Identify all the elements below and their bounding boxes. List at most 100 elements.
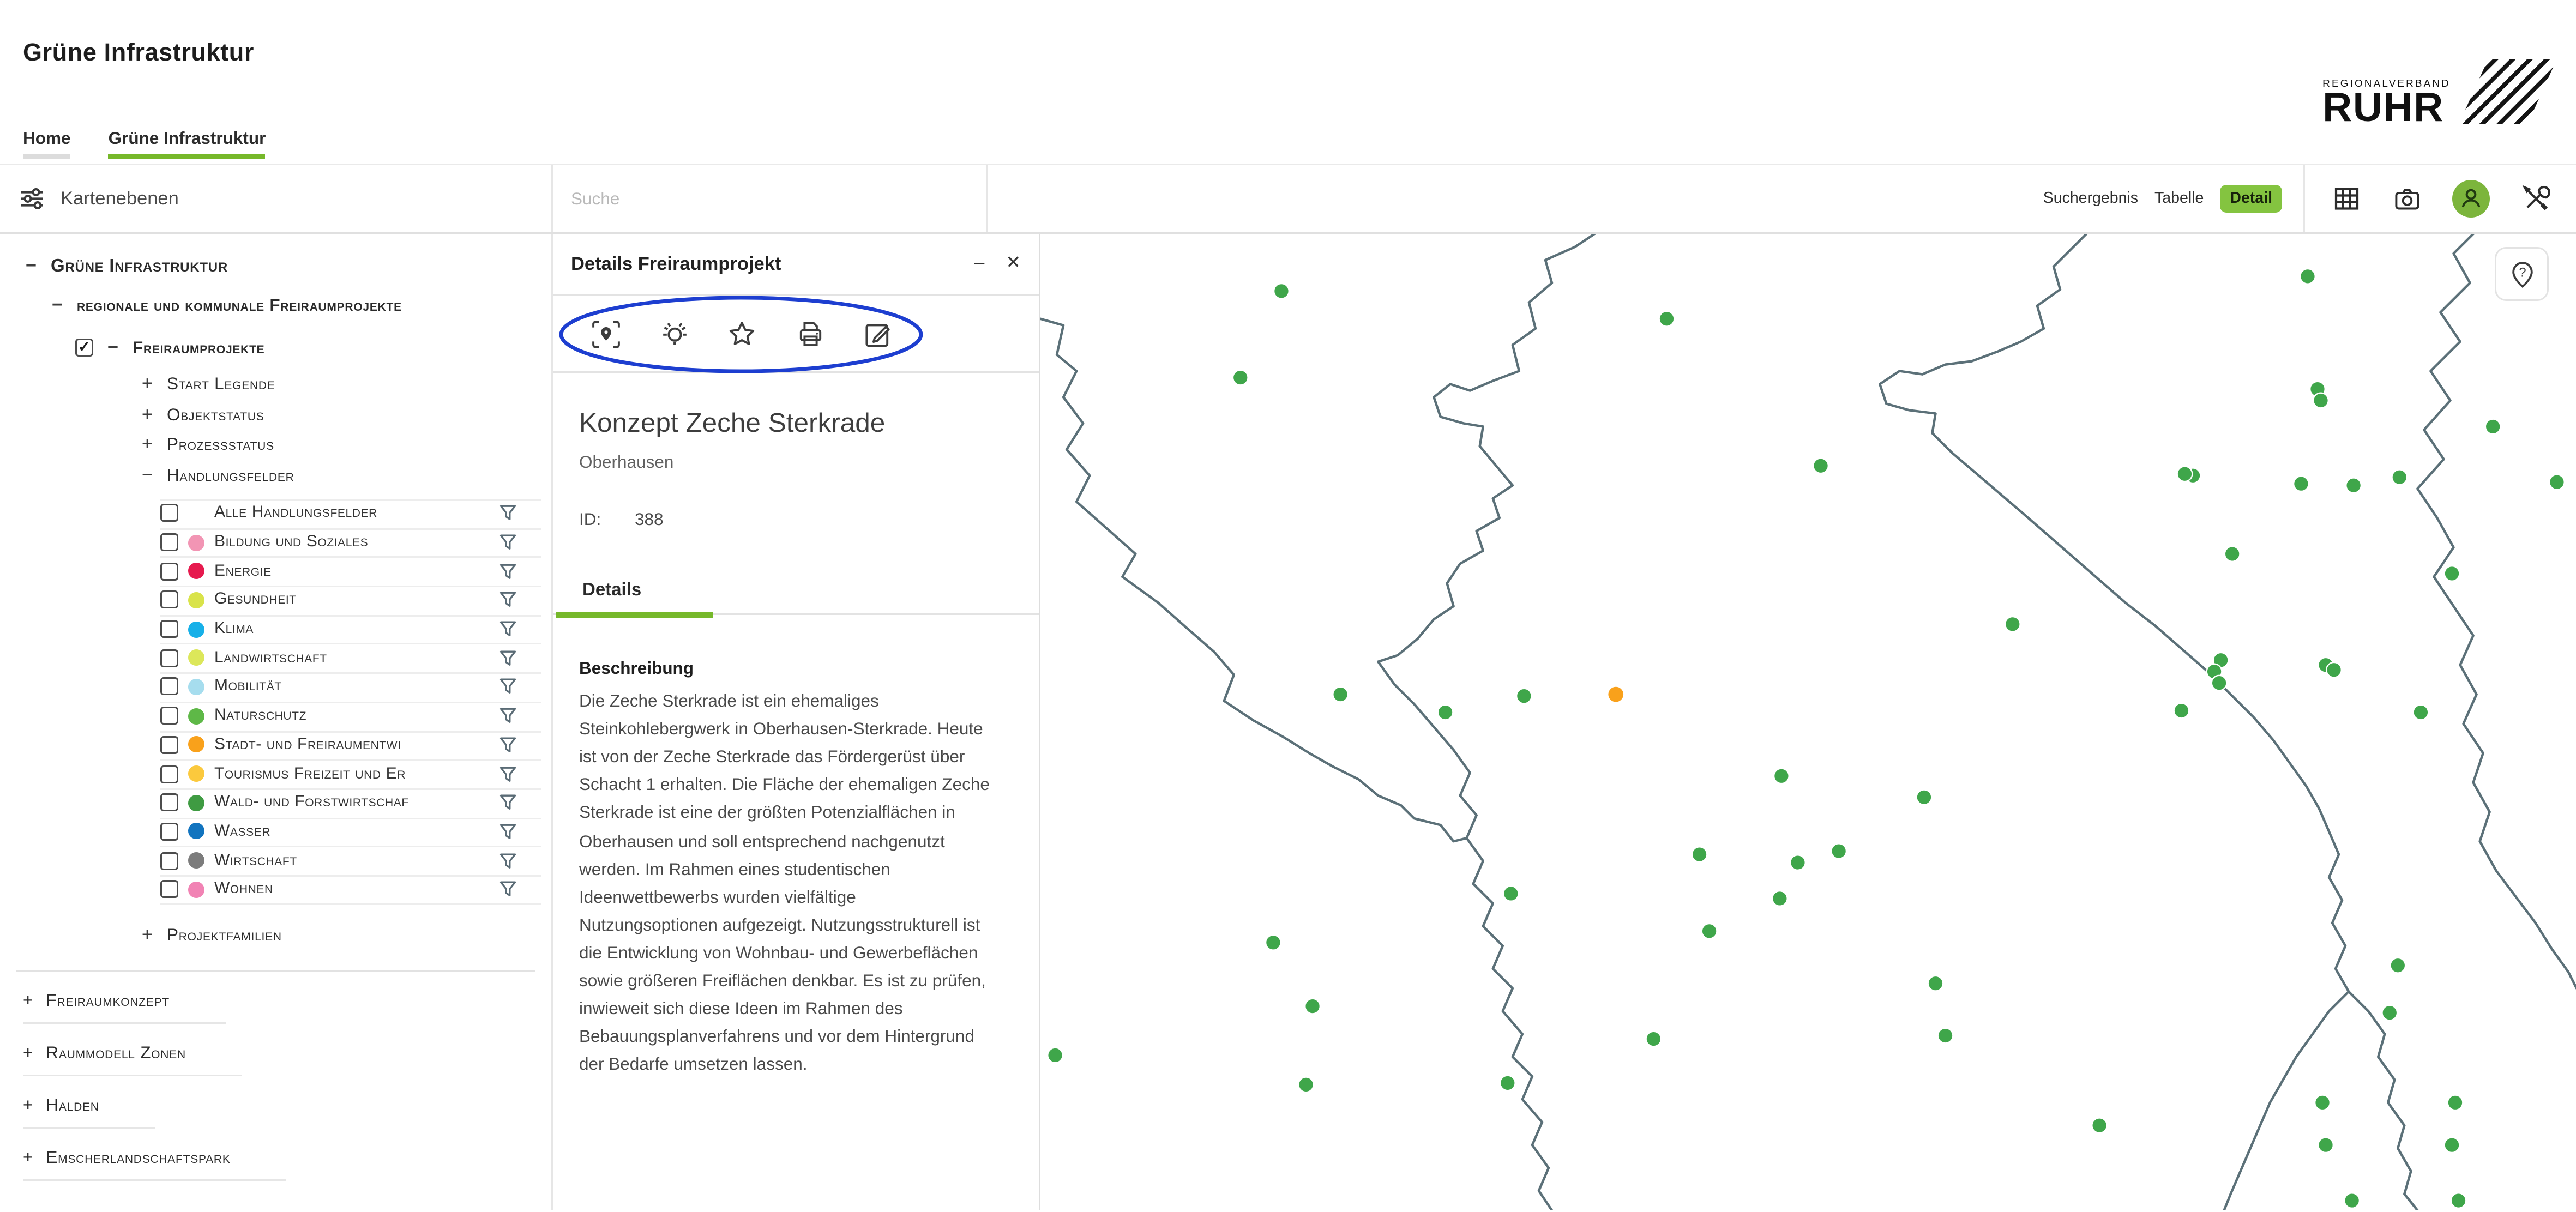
project-dot[interactable] (1938, 1028, 1953, 1044)
project-dot[interactable] (1298, 1077, 1314, 1093)
layer-item-naturschutz[interactable]: Naturschutz (0, 701, 551, 730)
layer-checkbox-checked[interactable]: ✓ (75, 339, 93, 357)
project-dot[interactable] (1500, 1076, 1515, 1091)
project-dot[interactable] (2225, 546, 2240, 562)
edit-icon[interactable] (860, 317, 895, 351)
layer-item-klima[interactable]: Klima (0, 614, 551, 643)
filter-icon[interactable] (499, 823, 517, 841)
project-dot[interactable] (2313, 393, 2328, 408)
tree-node-prozessstatus[interactable]: +Prozessstatus (0, 430, 551, 461)
view-toggle-suchergebnis[interactable]: Suchergebnis (2043, 190, 2138, 208)
project-dot[interactable] (1917, 789, 1932, 805)
project-dot[interactable] (2382, 1005, 2397, 1021)
tree-node-emscherlandschaftspark[interactable]: +Emscherlandschaftspark (23, 1129, 286, 1181)
view-toggle-tabelle[interactable]: Tabelle (2154, 190, 2204, 208)
filter-icon[interactable] (499, 707, 517, 725)
project-dot[interactable] (2300, 269, 2315, 284)
tree-node-handlungsfelder[interactable]: −Handlungsfelder (0, 461, 551, 491)
camera-icon[interactable] (2392, 183, 2423, 214)
tree-node-freiraumprojekte[interactable]: ✓ − Freiraumprojekte (0, 325, 551, 370)
tab-details[interactable]: Details (579, 581, 641, 600)
collapse-toggle[interactable]: − (23, 256, 39, 276)
layer-checkbox[interactable] (160, 823, 178, 841)
project-dot[interactable] (1790, 855, 1805, 870)
expand-toggle[interactable]: + (23, 1044, 33, 1063)
collapse-toggle[interactable]: − (105, 338, 121, 358)
filter-icon[interactable] (499, 852, 517, 870)
layer-checkbox[interactable] (160, 620, 178, 638)
project-dot[interactable] (1928, 976, 1943, 991)
layer-item-tourismus-freizeit-und-er[interactable]: Tourismus Freizeit und Er (0, 759, 551, 788)
project-dot[interactable] (1692, 847, 1707, 862)
project-dot[interactable] (2390, 958, 2405, 973)
expand-toggle[interactable]: − (139, 466, 155, 485)
layer-checkbox[interactable] (160, 504, 178, 522)
layer-item-stadt-und-freiraumentwi[interactable]: Stadt- und Freiraumentwi (0, 731, 551, 759)
project-dot[interactable] (2174, 703, 2189, 719)
project-dot[interactable] (1048, 1048, 1063, 1063)
view-toggle-detail[interactable]: Detail (2220, 185, 2282, 213)
project-dot[interactable] (1831, 843, 1846, 859)
expand-toggle[interactable]: + (139, 436, 155, 455)
project-dot[interactable] (1438, 705, 1453, 720)
project-dot[interactable] (2326, 662, 2342, 678)
expand-toggle[interactable]: + (23, 1148, 33, 1168)
layer-checkbox[interactable] (160, 852, 178, 870)
tree-node-raummodell-zonen[interactable]: +Raummodell Zonen (23, 1024, 242, 1076)
layer-checkbox[interactable] (160, 649, 178, 667)
expand-toggle[interactable]: + (23, 991, 33, 1011)
layer-checkbox[interactable] (160, 678, 178, 696)
layer-item-gesundheit[interactable]: Gesundheit (0, 586, 551, 614)
expand-toggle[interactable]: + (139, 375, 155, 395)
project-dot[interactable] (2344, 1193, 2360, 1208)
project-dot[interactable] (2414, 705, 2429, 720)
minimize-button[interactable]: – (974, 255, 984, 273)
project-dot[interactable] (1305, 999, 1320, 1014)
project-dot[interactable] (2445, 1137, 2460, 1153)
filter-icon[interactable] (499, 591, 517, 609)
tree-node-freiraumkonzept[interactable]: +Freiraumkonzept (23, 972, 225, 1024)
tree-node-halden[interactable]: +Halden (23, 1076, 155, 1129)
layer-checkbox[interactable] (160, 562, 178, 580)
layer-checkbox[interactable] (160, 765, 178, 783)
tools-icon[interactable] (2519, 183, 2550, 214)
project-dot[interactable] (1503, 886, 1519, 901)
layer-checkbox[interactable] (160, 881, 178, 899)
filter-icon[interactable] (499, 620, 517, 638)
selected-project-dot[interactable] (1608, 686, 1624, 703)
project-dot[interactable] (1772, 891, 1787, 906)
layer-checkbox[interactable] (160, 707, 178, 725)
project-dot[interactable] (2177, 466, 2193, 481)
filter-icon[interactable] (499, 765, 517, 783)
project-dot[interactable] (2315, 1095, 2330, 1111)
layer-item-landwirtschaft[interactable]: Landwirtschaft (0, 643, 551, 672)
project-dot[interactable] (1233, 370, 1248, 385)
filter-icon[interactable] (499, 504, 517, 522)
project-dot[interactable] (1266, 935, 1281, 950)
tab-home[interactable]: Home (23, 129, 71, 164)
filter-icon[interactable] (499, 794, 517, 812)
project-dot[interactable] (1813, 459, 1828, 474)
project-dot[interactable] (2318, 1137, 2333, 1153)
layer-checkbox[interactable] (160, 794, 178, 812)
project-dot[interactable] (1274, 284, 1289, 299)
layer-item-energie[interactable]: Energie (0, 557, 551, 586)
layer-checkbox[interactable] (160, 591, 178, 609)
layer-checkbox[interactable] (160, 736, 178, 754)
filter-icon[interactable] (499, 736, 517, 754)
tab-grüne-infrastruktur[interactable]: Grüne Infrastruktur (109, 129, 266, 164)
project-dot[interactable] (1333, 687, 1348, 702)
project-dot[interactable] (2212, 676, 2227, 691)
project-dot[interactable] (2485, 419, 2501, 435)
expand-toggle[interactable]: + (139, 926, 155, 945)
tree-node-start-legende[interactable]: +Start Legende (0, 370, 551, 400)
tree-node-objektstatus[interactable]: +Objektstatus (0, 400, 551, 431)
star-icon[interactable] (725, 317, 759, 351)
locate-help-button[interactable]: ? (2495, 247, 2549, 301)
expand-toggle[interactable]: + (139, 405, 155, 425)
project-dot[interactable] (1646, 1032, 1662, 1047)
project-dot[interactable] (2346, 478, 2361, 493)
layer-item-wald-und-forstwirtschaf[interactable]: Wald- und Forstwirtschaf (0, 788, 551, 817)
expand-toggle[interactable]: + (23, 1096, 33, 1115)
table-icon[interactable] (2331, 183, 2362, 214)
